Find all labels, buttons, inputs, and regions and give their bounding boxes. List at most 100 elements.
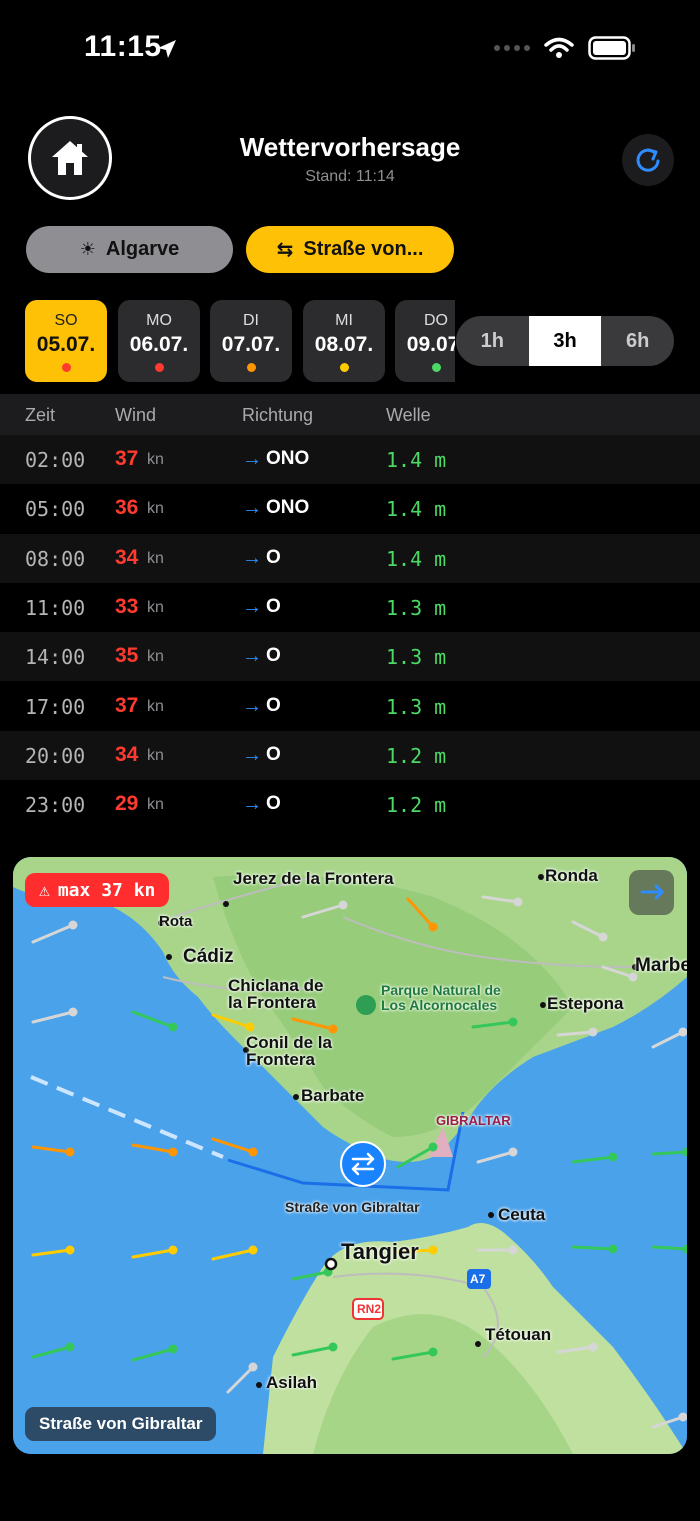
day-date: 09.07. xyxy=(406,333,455,356)
row-wind-speed: 29 xyxy=(115,792,139,816)
row-wind-speed: 37 xyxy=(115,447,139,470)
row-wind-unit: kn xyxy=(147,796,164,814)
refresh-icon xyxy=(636,148,660,172)
warning-icon: ⚠ xyxy=(39,879,50,901)
row-wind-speed: 35 xyxy=(115,644,139,668)
refresh-button[interactable] xyxy=(622,134,674,186)
row-wind-speed: 34 xyxy=(115,742,139,766)
row-wave-height: 1.3 m xyxy=(386,595,447,620)
day-date: 07.07. xyxy=(221,333,281,356)
day-severity-dot xyxy=(339,363,349,372)
row-wind-unit: kn xyxy=(147,549,164,567)
direction-arrow-icon: → xyxy=(242,546,262,569)
interval-3h[interactable]: 3h xyxy=(528,316,602,366)
table-row: 20:00 34 kn → O 1.2 m xyxy=(0,730,700,780)
map-label: Rota xyxy=(159,913,193,930)
row-wind-unit: kn xyxy=(147,697,164,715)
day-weekday: MI xyxy=(335,312,353,329)
day-date: 06.07. xyxy=(129,333,189,356)
location-chip-label: Straße von... xyxy=(303,238,424,260)
location-chip-algarve[interactable]: ☀ Algarve xyxy=(26,226,233,273)
interval-1h[interactable]: 1h xyxy=(456,316,529,366)
row-wind-speed: 34 xyxy=(115,545,139,569)
row-direction: ONO xyxy=(266,497,310,519)
column-header-time: Zeit xyxy=(25,405,56,425)
row-time: 23:00 xyxy=(25,793,86,818)
status-time: 11:15 xyxy=(84,30,162,63)
row-direction: O xyxy=(266,743,281,765)
interval-segmented-control[interactable]: 1h 3h 6h xyxy=(456,316,674,366)
day-tile[interactable]: MI 08.07. xyxy=(303,300,385,382)
map-label: Chiclana de la Frontera xyxy=(228,976,324,1012)
table-row: 11:00 33 kn → O 1.3 m xyxy=(0,583,700,632)
row-wind-unit: kn xyxy=(147,500,164,518)
day-severity-dot xyxy=(154,363,164,372)
row-time: 11:00 xyxy=(25,595,86,620)
map-road-label: A7 xyxy=(470,1272,486,1286)
row-wave-height: 1.4 m xyxy=(386,497,447,522)
row-time: 02:00 xyxy=(25,448,86,472)
max-wind-label: max 37 kn xyxy=(57,879,156,901)
row-wave-height: 1.3 m xyxy=(386,694,447,719)
day-selector[interactable]: SO 05.07. MO 06.07. DI 07.07. MI 08.07. … xyxy=(25,300,455,382)
wifi-icon xyxy=(544,37,574,58)
arrows-swap-icon: ⇆ xyxy=(276,239,294,261)
map-label: Conil de la Frontera xyxy=(246,1033,332,1069)
row-wave-height: 1.2 m xyxy=(386,743,447,768)
table-row: 08:00 34 kn → O 1.4 m xyxy=(0,533,700,583)
battery-icon xyxy=(588,36,635,60)
map-label: Cádiz xyxy=(183,946,234,967)
map-route-toggle-button[interactable] xyxy=(629,870,674,915)
table-row: 23:00 29 kn → O 1.2 m xyxy=(0,780,700,829)
direction-arrow-icon: → xyxy=(242,595,262,618)
row-direction: O xyxy=(266,793,281,815)
map-label: Ronda xyxy=(545,866,598,885)
day-weekday: SO xyxy=(54,312,78,329)
row-wave-height: 1.2 m xyxy=(386,793,447,818)
map-label: Barbate xyxy=(301,1086,365,1105)
day-tile[interactable]: SO 05.07. xyxy=(25,300,107,382)
direction-arrow-icon: → xyxy=(242,743,262,766)
map-label: Parque Natural de Los Alcornocales xyxy=(381,982,501,1013)
day-tile[interactable]: DI 07.07. xyxy=(210,300,292,382)
interval-6h[interactable]: 6h xyxy=(601,316,674,366)
column-header-wave: Welle xyxy=(386,405,431,425)
row-wave-height: 1.4 m xyxy=(386,546,447,571)
day-tile[interactable]: DO 09.07. xyxy=(395,300,455,382)
map-label: Straße von Gibraltar xyxy=(285,1199,420,1215)
row-wave-height: 1.4 m xyxy=(386,448,447,472)
map-road-label: RN2 xyxy=(357,1302,382,1316)
status-icons xyxy=(494,36,636,60)
row-direction: O xyxy=(266,645,281,667)
map-label: Marbe xyxy=(635,955,687,976)
row-direction: ONO xyxy=(266,448,310,469)
location-chip-label: Algarve xyxy=(105,238,180,260)
signal-icon xyxy=(494,45,530,51)
row-time: 14:00 xyxy=(25,645,86,670)
map-canvas[interactable] xyxy=(13,857,687,1454)
row-wind-unit: kn xyxy=(147,746,164,764)
row-time: 20:00 xyxy=(25,743,86,768)
column-header-wind: Wind xyxy=(115,405,157,425)
map-region-label: Straße von Gibraltar xyxy=(25,1407,217,1441)
day-tile[interactable]: MO 06.07. xyxy=(118,300,200,382)
day-severity-dot xyxy=(431,363,441,372)
day-date: 08.07. xyxy=(314,333,374,356)
table-row: 02:00 37 kn → ONO 1.4 m xyxy=(0,435,700,484)
row-wind-speed: 37 xyxy=(115,693,139,717)
day-weekday: DO xyxy=(424,312,448,329)
day-date: 05.07. xyxy=(36,333,96,356)
direction-arrow-icon: → xyxy=(242,793,262,816)
wind-map[interactable]: Jerez de la Frontera Ronda Rota Cádiz Ma… xyxy=(13,857,687,1454)
location-chip-strasse[interactable]: ⇆ Straße von... xyxy=(246,226,454,273)
row-wind-speed: 33 xyxy=(115,594,139,618)
table-header: Zeit Wind Richtung Welle xyxy=(0,394,700,435)
row-wind-speed: 36 xyxy=(115,496,139,520)
row-wind-unit: kn xyxy=(147,598,164,616)
direction-arrow-icon: → xyxy=(242,448,262,470)
day-weekday: MO xyxy=(146,312,172,329)
row-wind-unit: kn xyxy=(147,648,164,666)
map-label: Jerez de la Frontera xyxy=(233,869,394,888)
route-icon xyxy=(640,884,665,900)
map-label: Asilah xyxy=(266,1373,318,1392)
